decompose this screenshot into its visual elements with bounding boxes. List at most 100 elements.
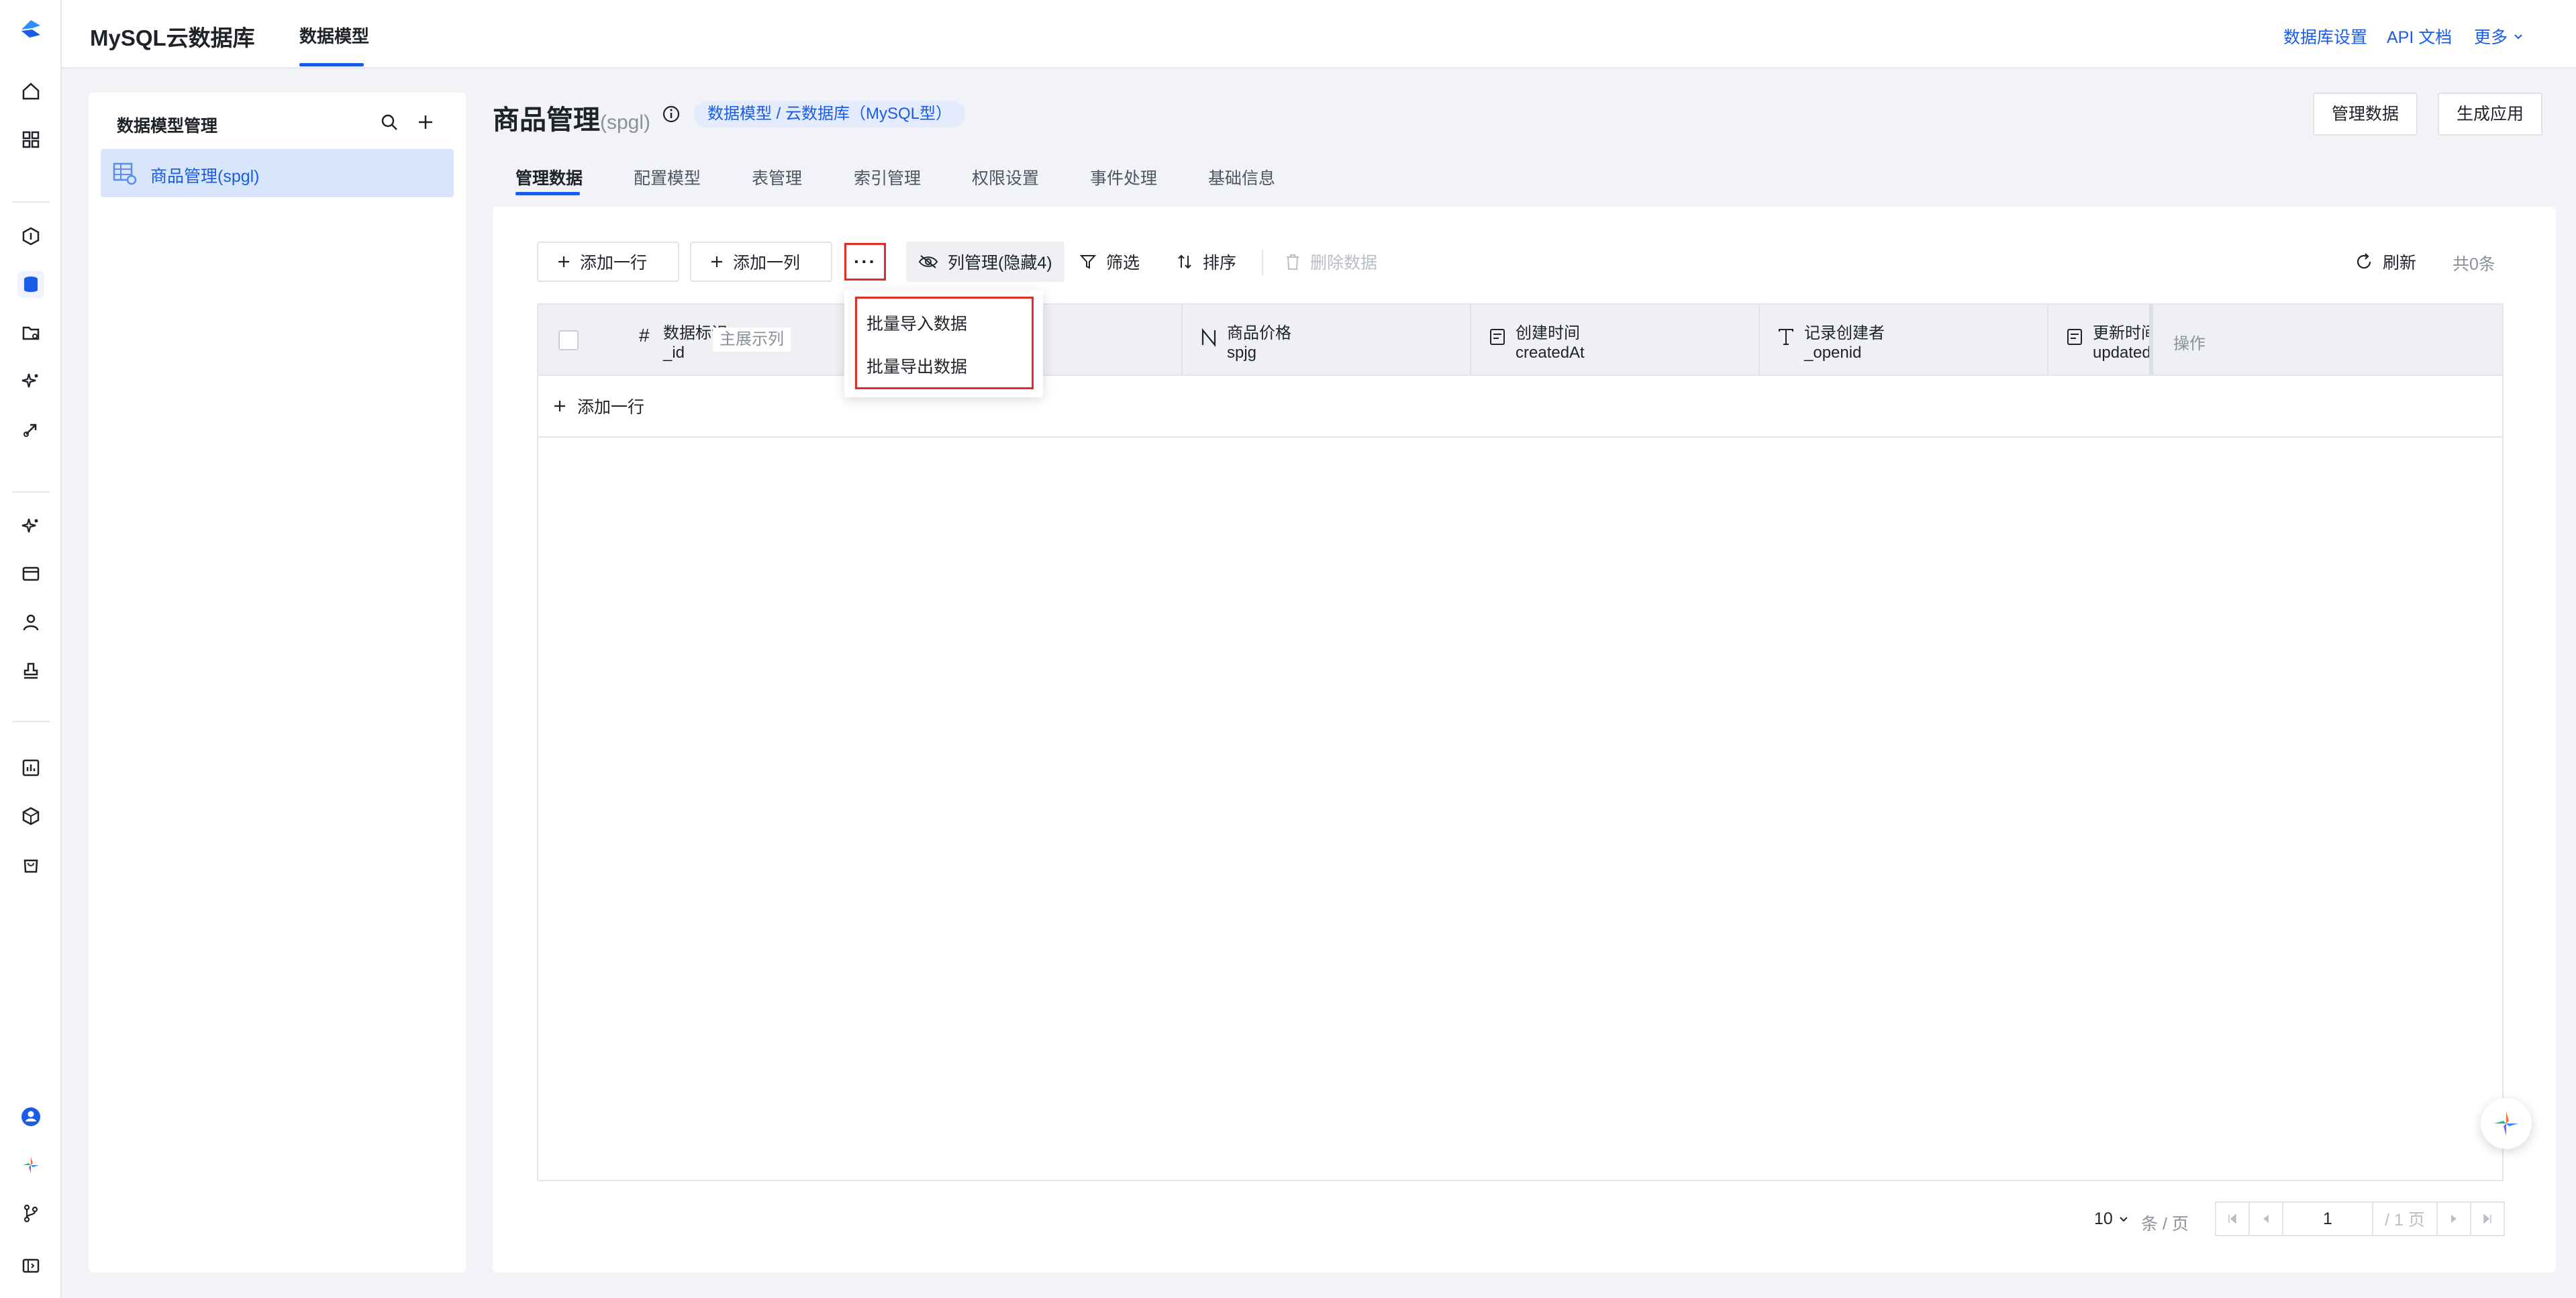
toolbar-divider (1262, 250, 1263, 275)
column-name: 记录创建者 (1804, 324, 1885, 342)
rail-divider (12, 201, 50, 203)
batch-import-item[interactable]: 批量导入数据 (866, 311, 967, 335)
more-menu[interactable]: 更多 (2474, 24, 2524, 48)
plus-icon (557, 255, 571, 268)
add-row-inline-label: 添加一行 (577, 398, 645, 417)
sort-label: 排序 (1203, 254, 1237, 272)
generate-app-button[interactable]: 生成应用 (2438, 93, 2543, 136)
refresh-button[interactable]: 刷新 (2355, 242, 2416, 282)
page-size-select[interactable]: 10 (2094, 1201, 2129, 1236)
column-key: _id (663, 344, 685, 362)
account-icon[interactable] (17, 1103, 44, 1130)
filter-button[interactable]: 筛选 (1079, 242, 1140, 282)
model-item-spgl[interactable]: 商品管理(spgl) (101, 149, 454, 197)
column-manage-button[interactable]: 列管理(隐藏4) (906, 242, 1064, 282)
add-row-inline[interactable]: 添加一行 (538, 376, 2502, 438)
total-pages-label: / 1 页 (2385, 1211, 2425, 1230)
primary-display-tag: 主展示列 (713, 328, 791, 352)
page-size-value: 10 (2094, 1209, 2113, 1228)
tab-permissions[interactable]: 权限设置 (972, 165, 1039, 189)
column-header-actions: 操作 (2149, 305, 2502, 375)
info-icon[interactable] (662, 105, 681, 123)
rocket-icon[interactable] (17, 416, 44, 443)
delete-data-label: 删除数据 (1310, 254, 1378, 272)
cloudbase-logo-icon[interactable] (17, 15, 44, 42)
tab-config-model[interactable]: 配置模型 (634, 165, 701, 189)
column-name: 创建时间 (1516, 324, 1580, 342)
branch-icon[interactable] (17, 1200, 44, 1227)
web-hosting-icon[interactable] (17, 561, 44, 588)
assistant-icon[interactable] (17, 1152, 44, 1179)
sort-button[interactable]: 排序 (1176, 242, 1236, 282)
home-icon[interactable] (17, 78, 44, 105)
sort-icon (1176, 253, 1193, 270)
record-count: 共0条 (2453, 255, 2495, 274)
database-icon[interactable] (17, 271, 44, 298)
search-icon[interactable] (376, 109, 403, 136)
next-page-button[interactable] (2436, 1201, 2471, 1236)
tab-event-handling[interactable]: 事件处理 (1090, 165, 1157, 189)
column-header-openid[interactable]: 记录创建者 _openid (1760, 305, 2047, 375)
select-all-checkbox[interactable] (558, 330, 579, 350)
data-card: 添加一行 添加一列 ··· 列管理(隐藏4) 筛选 排序 删除数据 刷新 共0条… (493, 207, 2556, 1272)
add-row-label: 添加一行 (580, 254, 648, 272)
users-icon[interactable] (17, 609, 44, 636)
floating-assistant-button[interactable] (2481, 1098, 2532, 1149)
current-page: 1 (2323, 1209, 2332, 1228)
model-list-panel: 数据模型管理 商品管理(spgl) (89, 93, 466, 1272)
first-page-button[interactable] (2215, 1201, 2250, 1236)
ai-sparkle-icon[interactable] (17, 368, 44, 395)
database-settings-link[interactable]: 数据库设置 (2283, 24, 2367, 48)
stamp-icon[interactable] (17, 658, 44, 685)
app-title: MySQL云数据库 (90, 26, 255, 50)
top-bar: MySQL云数据库 数据模型 数据库设置 API 文档 更多 (62, 0, 2576, 68)
last-page-button[interactable] (2470, 1201, 2505, 1236)
rail-divider (12, 721, 50, 722)
more-actions-dropdown: 批量导入数据 批量导出数据 (844, 290, 1043, 397)
monitor-chart-icon[interactable] (17, 754, 44, 781)
tab-basic-info[interactable]: 基础信息 (1208, 165, 1275, 189)
collapse-sidebar-icon[interactable] (17, 1252, 44, 1279)
column-header-createdat[interactable]: 创建时间 createdAt (1471, 305, 1758, 375)
prev-page-button[interactable] (2248, 1201, 2283, 1236)
tab-manage-data[interactable]: 管理数据 (515, 165, 583, 189)
batch-export-item[interactable]: 批量导出数据 (866, 354, 967, 378)
shopping-bag-icon[interactable] (17, 851, 44, 878)
trash-icon (1285, 253, 1301, 270)
add-icon[interactable] (412, 109, 439, 136)
eye-hidden-icon (918, 254, 938, 269)
column-header-spjg[interactable]: 商品价格 spjg (1183, 305, 1470, 375)
tab-table-manage[interactable]: 表管理 (752, 165, 802, 189)
column-key: _openid (1804, 344, 1862, 362)
active-tab-indicator (515, 192, 580, 195)
manage-data-button[interactable]: 管理数据 (2313, 93, 2418, 136)
datetime-icon (2066, 328, 2083, 346)
ai-sparkle-icon[interactable] (17, 513, 44, 540)
page-title-main: 商品管理 (493, 105, 600, 135)
api-docs-link[interactable]: API 文档 (2387, 24, 2452, 48)
function-icon[interactable] (17, 223, 44, 250)
delete-data-button[interactable]: 删除数据 (1285, 242, 1377, 282)
refresh-label: 刷新 (2383, 254, 2417, 272)
panel-title: 数据模型管理 (117, 117, 218, 136)
tab-index-manage[interactable]: 索引管理 (854, 165, 921, 189)
storage-icon[interactable] (17, 319, 44, 346)
assistant-icon (2491, 1109, 2521, 1138)
page-title: 商品管理(spgl) (493, 98, 650, 137)
total-pages: / 1 页 (2372, 1201, 2438, 1236)
dashboard-icon[interactable] (17, 126, 44, 153)
tab-data-model[interactable]: 数据模型 (299, 23, 369, 48)
plus-icon (553, 399, 566, 413)
extensions-icon[interactable] (17, 803, 44, 830)
text-icon (1777, 328, 1795, 346)
more-actions-button[interactable]: ··· (844, 243, 886, 281)
filter-icon (1079, 253, 1097, 270)
column-manage-label: 列管理(隐藏4) (948, 254, 1052, 272)
add-row-button[interactable]: 添加一行 (537, 242, 679, 282)
refresh-icon (2355, 252, 2373, 271)
column-name: 更新时间 (2093, 324, 2157, 342)
add-column-button[interactable]: 添加一列 (690, 242, 832, 282)
hash-icon: # (639, 325, 650, 346)
data-table: # 数据标识 _id 主展示列 商品价格 spjg 创建时间 createdAt… (537, 303, 2504, 1181)
page-number-input[interactable]: 1 (2282, 1201, 2373, 1236)
